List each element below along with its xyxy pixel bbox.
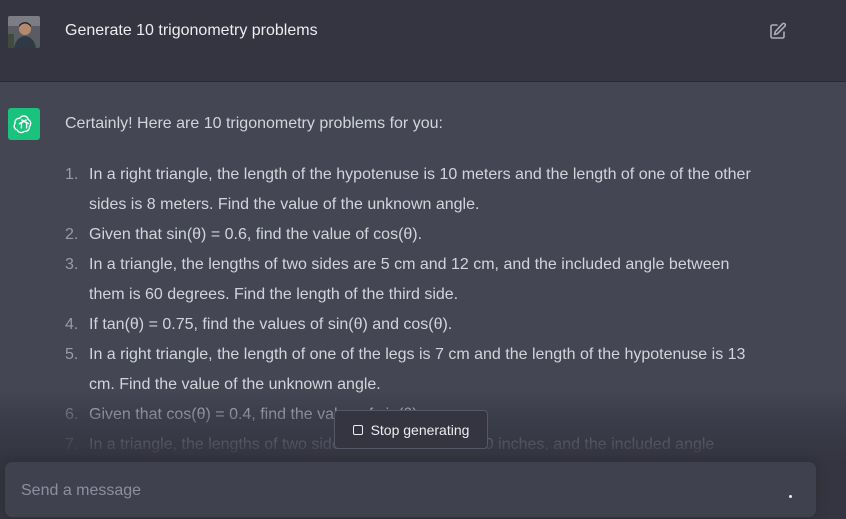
openai-logo-icon [8, 108, 40, 140]
stop-generating-button[interactable]: Stop generating [334, 410, 488, 449]
problem-item: 1. In a right triangle, the length of the… [65, 160, 765, 220]
user-avatar [8, 16, 40, 48]
problem-number: 2. [65, 226, 79, 243]
problem-item: 5. In a right triangle, the length of one… [65, 340, 765, 400]
problem-text: In a right triangle, the length of the h… [89, 166, 751, 213]
problem-number: 5. [65, 346, 79, 363]
problem-item: 4. If tan(θ) = 0.75, find the values of s… [65, 310, 765, 340]
assistant-intro: Certainly! Here are 10 trigonometry prob… [65, 115, 443, 132]
loading-dots-icon [780, 486, 800, 498]
stop-generating-label: Stop generating [370, 421, 470, 438]
problem-text: If tan(θ) = 0.75, find the values of sin… [89, 316, 453, 333]
stop-icon [352, 424, 363, 435]
problem-number: 1. [65, 166, 79, 183]
edit-icon[interactable] [768, 21, 788, 41]
problem-text: In a right triangle, the length of one o… [89, 346, 746, 393]
message-input[interactable] [21, 478, 761, 504]
problem-number: 3. [65, 256, 79, 273]
problem-text: Given that sin(θ) = 0.6, find the value … [89, 226, 423, 243]
user-message-row: Generate 10 trigonometry problems [0, 0, 846, 82]
message-composer [4, 461, 817, 518]
problem-number: 7. [65, 436, 79, 453]
problem-number: 4. [65, 316, 79, 333]
problem-number: 6. [65, 406, 79, 423]
problem-item: 3. In a triangle, the lengths of two side… [65, 250, 765, 310]
problem-text: In a triangle, the lengths of two sides … [89, 256, 730, 303]
user-message-text: Generate 10 trigonometry problems [65, 22, 318, 39]
problem-item: 2. Given that sin(θ) = 0.6, find the valu… [65, 220, 765, 250]
